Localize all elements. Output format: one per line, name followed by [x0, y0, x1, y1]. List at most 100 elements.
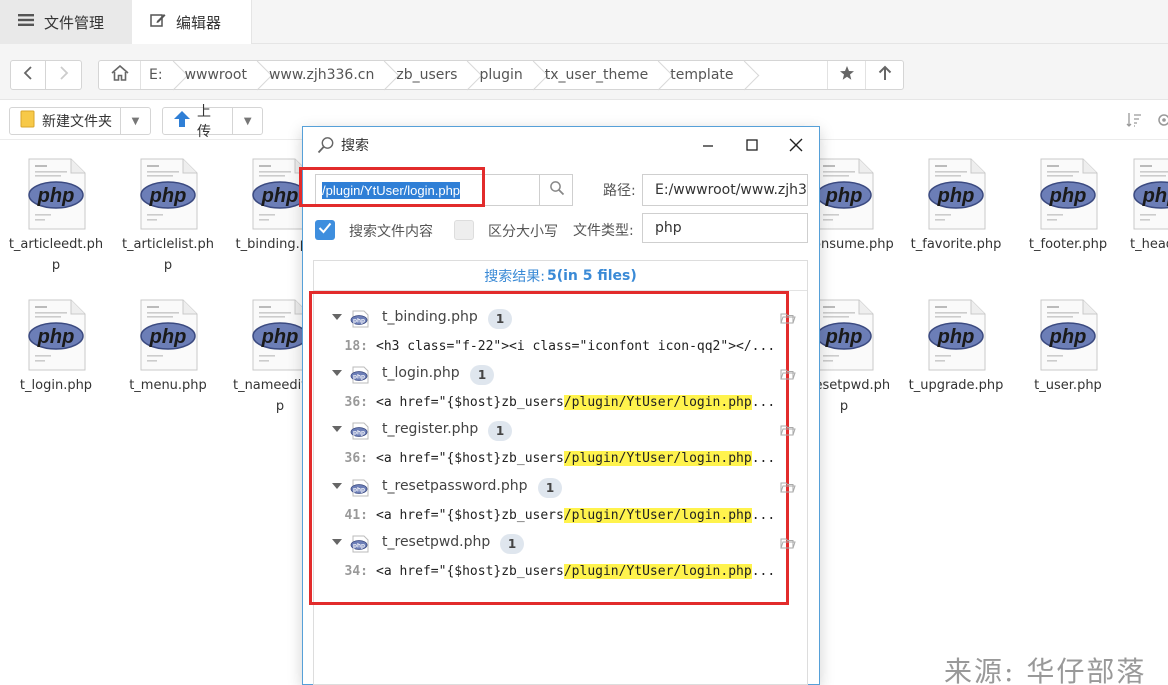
match-text: /plugin/YtUser/login.php [563, 563, 752, 579]
match-after: ... [751, 507, 776, 523]
svg-text:php: php [353, 373, 365, 380]
breadcrumb-item[interactable]: wwwroot [177, 61, 261, 89]
result-file-row[interactable]: php t_resetpwd.php 1 [314, 531, 807, 557]
search-submit-button[interactable] [539, 174, 573, 206]
triangle-down-icon[interactable] [332, 483, 342, 489]
breadcrumb-item[interactable]: www.zjh336.cn [261, 61, 388, 89]
file-name: t_login.php [19, 378, 93, 393]
parent-folder-button[interactable] [865, 61, 903, 89]
file-item[interactable]: php t_login.php [6, 299, 106, 396]
file-item[interactable]: php t_articleedt.php [6, 158, 106, 276]
star-icon [839, 65, 855, 85]
svg-text:php: php [353, 317, 365, 324]
search-icon [549, 180, 565, 200]
folder-open-icon[interactable] [780, 481, 796, 496]
settings-icon[interactable] [1156, 112, 1168, 128]
breadcrumb: E: wwwroot www.zjh336.cn zb_users plugin… [98, 60, 904, 90]
result-match-line[interactable]: 36: <a href="{$host}zb_users/plugin/YtUs… [314, 391, 786, 413]
file-name: t_user.php [1034, 378, 1102, 393]
result-match-line[interactable]: 18: <h3 class="f-22"><i class="iconfont … [314, 335, 786, 357]
file-type-input[interactable]: php [642, 213, 808, 243]
file-item[interactable]: php t_footer.php [1018, 158, 1118, 255]
svg-text:php: php [149, 185, 187, 207]
breadcrumb-item[interactable]: plugin [471, 61, 536, 89]
match-before: <a href="{$host}zb_users [376, 394, 564, 410]
match-text: /plugin/YtUser/login.php [563, 394, 752, 410]
result-file-row[interactable]: php t_binding.php 1 [314, 306, 807, 332]
breadcrumb-item[interactable]: tx_user_theme [537, 61, 663, 89]
file-name: t_articleedt.php [8, 237, 104, 273]
match-after: ... [751, 394, 776, 410]
new-folder-button[interactable]: 新建文件夹 ▼ [9, 107, 151, 135]
svg-text:php: php [37, 326, 75, 348]
file-name: t_menu.php [129, 378, 207, 393]
file-item[interactable]: php t_user.php [1018, 299, 1118, 396]
new-folder-label: 新建文件夹 [42, 114, 112, 130]
tab-editor[interactable]: 编辑器 [132, 0, 252, 44]
minimize-button[interactable] [693, 133, 723, 157]
dialog-title-bar[interactable]: 搜索 [303, 127, 819, 163]
folder-open-icon[interactable] [780, 312, 796, 327]
svg-text:php: php [825, 326, 863, 348]
php-small-icon: php [350, 310, 370, 332]
php-small-icon: php [350, 535, 370, 557]
file-item[interactable]: php t_articlelist.php [118, 158, 218, 276]
list-icon [18, 13, 34, 31]
maximize-button[interactable] [737, 133, 767, 157]
php-file-icon: php [1130, 158, 1168, 230]
tab-file-manager[interactable]: 文件管理 [0, 0, 132, 44]
triangle-down-icon[interactable] [332, 314, 342, 320]
search-path-input[interactable]: E:/wwwroot/www.zjh336.cn/zb_users/plugin… [642, 174, 808, 206]
file-item[interactable]: php t_upgrade.php [906, 299, 1006, 396]
file-item[interactable]: php t_favorite.php [906, 158, 1006, 255]
search-content-checkbox[interactable] [315, 220, 335, 240]
result-file-row[interactable]: php t_resetpassword.php 1 [314, 475, 807, 501]
triangle-down-icon[interactable] [332, 539, 342, 545]
result-file-row[interactable]: php t_login.php 1 [314, 362, 807, 388]
result-file-name: t_resetpassword.php [382, 478, 528, 494]
svg-text:php: php [937, 326, 975, 348]
file-item[interactable]: php t_menu.php [118, 299, 218, 396]
file-item[interactable]: php t_header.php [1130, 158, 1168, 255]
close-icon [789, 133, 803, 158]
line-number: 18: [344, 338, 368, 354]
folder-open-icon[interactable] [780, 368, 796, 383]
search-path-text: E:/wwwroot/www.zjh336.cn/zb_users/plugin… [655, 182, 807, 198]
new-folder-main[interactable]: 新建文件夹 [10, 108, 120, 134]
breadcrumb-item[interactable]: template [662, 61, 747, 89]
home-icon [110, 64, 129, 85]
result-count-badge: 1 [488, 421, 512, 441]
new-folder-dropdown[interactable]: ▼ [120, 108, 150, 134]
back-button[interactable] [10, 60, 46, 90]
case-sensitive-checkbox[interactable] [454, 220, 474, 240]
close-button[interactable] [781, 133, 811, 157]
result-match-line[interactable]: 34: <a href="{$host}zb_users/plugin/YtUs… [314, 560, 786, 582]
sort-icon[interactable] [1126, 112, 1142, 128]
match-before: <a href="{$host}zb_users [376, 450, 564, 466]
upload-main[interactable]: 上传 [163, 104, 232, 140]
folder-open-icon[interactable] [780, 537, 796, 552]
favorite-button[interactable] [827, 61, 865, 89]
result-file-row[interactable]: php t_register.php 1 [314, 418, 807, 444]
path-label: 路径: [603, 183, 636, 199]
upload-button[interactable]: 上传 ▼ [162, 104, 263, 140]
result-match-line[interactable]: 41: <a href="{$host}zb_users/plugin/YtUs… [314, 504, 786, 526]
php-small-icon: php [350, 366, 370, 388]
breadcrumb-item[interactable]: zb_users [388, 61, 471, 89]
forward-button[interactable] [46, 60, 82, 90]
minimize-icon [702, 136, 714, 155]
triangle-down-icon[interactable] [332, 426, 342, 432]
result-count-badge: 1 [470, 365, 494, 385]
result-file-name: t_binding.php [382, 309, 478, 325]
result-match-line[interactable]: 36: <a href="{$host}zb_users/plugin/YtUs… [314, 447, 786, 469]
folder-open-icon[interactable] [780, 424, 796, 439]
line-number: 36: [344, 450, 368, 466]
file-name: t_footer.php [1028, 237, 1108, 252]
php-file-icon: php [137, 158, 199, 230]
caret-down-icon: ▼ [131, 115, 140, 127]
triangle-down-icon[interactable] [332, 370, 342, 376]
upload-dropdown[interactable]: ▼ [232, 108, 262, 134]
breadcrumb-item[interactable]: E: [141, 61, 177, 89]
match-before: <a href="{$host}zb_users [376, 563, 564, 579]
home-button[interactable] [99, 61, 141, 89]
